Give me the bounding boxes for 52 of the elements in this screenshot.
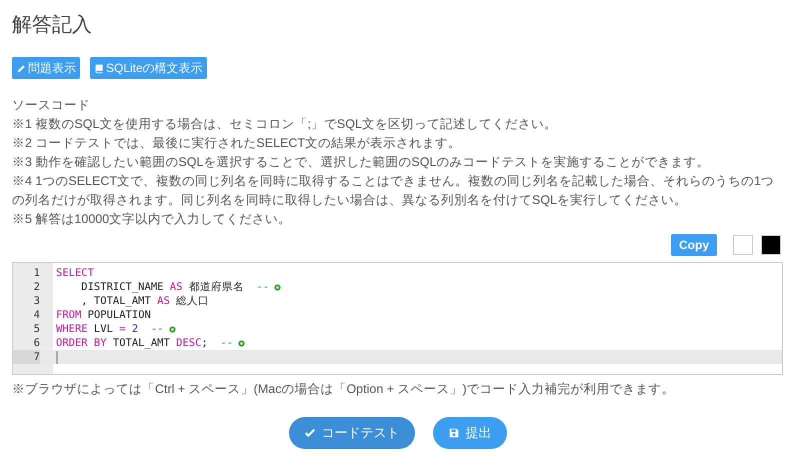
sql-keyword: SELECT [56, 266, 94, 280]
line-number: 3 [32, 294, 40, 308]
code-line[interactable]: 4 FROM POPULATION [13, 308, 782, 322]
note-text: ※2 コードテストでは、最後に実行されたSELECT文の結果が表示されます。 [12, 135, 462, 152]
code-editor[interactable]: 1 SELECT 2 DISTRICT_NAME AS 都道府県名 -- 3 , TOTAL_AMT AS 総人口 4 FROM POPULATION 5 WHERE LVL = 2 -- 6 ORDER BY TOTAL_AMT DESC; -- 7 [12, 262, 783, 375]
note-text: ※1 複数のSQL文を使用する場合は、セミコロン「;」でSQL文を区切って記述してください。 [12, 116, 558, 133]
note-text: ※5 解答は10000文字以内で入力してください。 [12, 211, 292, 228]
emoji-icon [238, 340, 246, 346]
code-text: LVL [92, 322, 114, 336]
code-text: TOTAL_AMT [112, 336, 171, 350]
light-theme-swatch[interactable] [733, 235, 753, 255]
note-text: ※3 動作を確認したい範囲のSQLを選択することで、選択した範囲のSQLのみコードテストを実施することができます。 [12, 154, 710, 171]
text-cursor [56, 350, 58, 364]
sql-keyword: = [119, 322, 126, 336]
sql-keyword: AS [157, 294, 170, 308]
code-line[interactable]: 1 SELECT [13, 266, 782, 280]
code-comment: -- [150, 322, 164, 336]
code-text: 都道府県名 [188, 280, 245, 294]
emoji-icon [274, 284, 282, 290]
code-text: 総人口 [175, 294, 210, 308]
page-title: 解答記入 [12, 13, 93, 38]
code-comment: -- [220, 336, 234, 350]
line-number: 2 [32, 280, 40, 294]
code-comment: -- [256, 280, 270, 294]
code-text: DISTRICT_NAME [80, 280, 164, 294]
sql-keyword: DESC [176, 336, 202, 350]
line-number: 6 [32, 336, 40, 350]
hint-text: ※ブラウザによっては「Ctrl + スペース」(Macの場合は「Option + スペース」)でコード入力補完が利用できます。 [12, 381, 676, 398]
check-icon [304, 426, 316, 439]
sql-keyword: AS [170, 280, 182, 294]
code-text: , TOTAL_AMT [80, 294, 152, 308]
note-text: ※4 1つのSELECT文で、複数の同じ列名を同時に取得することはできません。複数の同じ列名を記載した場合、それらのうちの1つの列名だけが取得されます。同じ列名を同時に取得したい場合は、異なる列別名を付けてSQLを実行してください。 [12, 173, 775, 209]
code-line[interactable]: 5 WHERE LVL = 2 -- [13, 322, 782, 336]
pencil-icon [16, 62, 27, 74]
sql-keyword: ORDER BY [56, 336, 107, 350]
book-icon [94, 62, 105, 74]
sql-keyword: WHERE [56, 322, 88, 336]
code-text: 2 [130, 322, 138, 336]
emoji-icon [168, 326, 176, 332]
section-label: ソースコード [12, 97, 91, 114]
code-test-button[interactable]: コードテスト [288, 416, 414, 449]
line-number: 4 [32, 308, 40, 322]
dark-theme-swatch[interactable] [761, 235, 781, 255]
line-number: 5 [32, 322, 40, 336]
sql-keyword: FROM [56, 308, 82, 322]
code-line[interactable]: 6 ORDER BY TOTAL_AMT DESC; -- [13, 336, 782, 350]
code-line[interactable]: 2 DISTRICT_NAME AS 都道府県名 -- [13, 280, 782, 294]
code-line[interactable]: 3 , TOTAL_AMT AS 総人口 [13, 294, 782, 308]
line-number: 7 [13, 350, 40, 364]
line-number: 1 [32, 266, 40, 280]
code-text: POPULATION [86, 308, 151, 322]
code-text: ; [201, 336, 209, 350]
